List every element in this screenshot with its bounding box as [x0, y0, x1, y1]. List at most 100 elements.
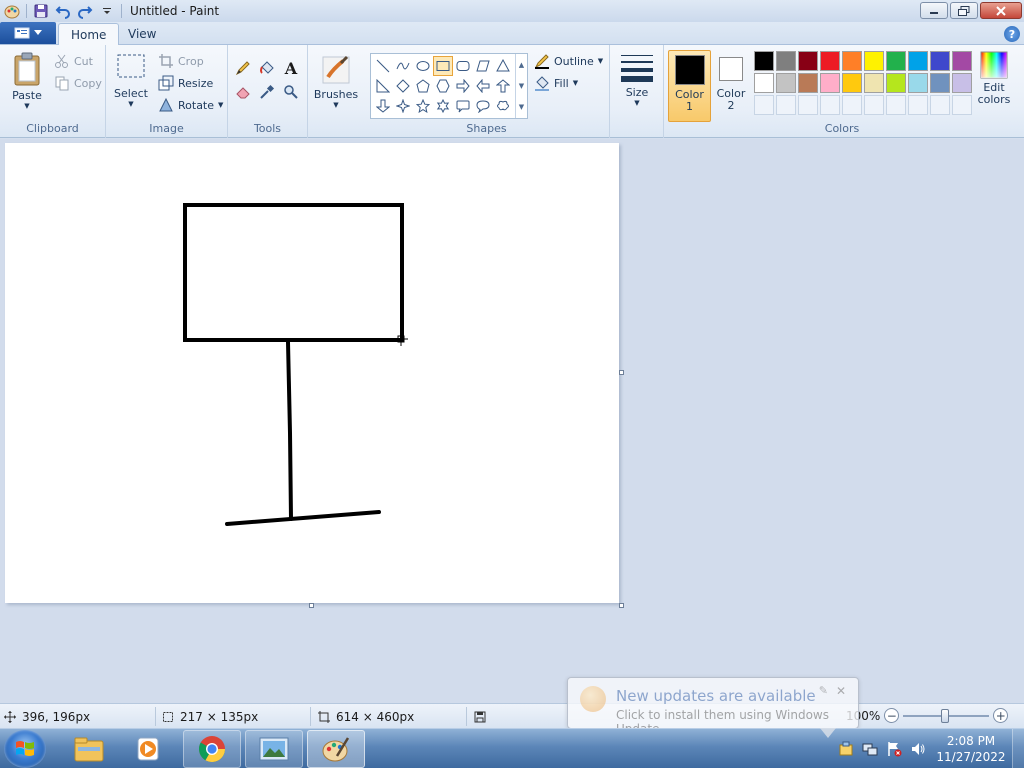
five-point-star-shape-icon[interactable]: [413, 96, 433, 116]
down-arrow-shape-icon[interactable]: [373, 96, 393, 116]
fill-button[interactable]: Fill ▼: [534, 73, 578, 93]
paint-app-icon[interactable]: [2, 2, 22, 20]
custom-color-slot[interactable]: [908, 95, 928, 115]
palette-swatch[interactable]: [952, 51, 972, 71]
taskbar-media-player[interactable]: [120, 730, 178, 768]
six-point-star-shape-icon[interactable]: [433, 96, 453, 116]
system-clock[interactable]: 2:08 PM 11/27/2022: [936, 733, 1006, 765]
pentagon-shape-icon[interactable]: [413, 76, 433, 96]
resize-button[interactable]: Resize: [158, 73, 213, 93]
canvas-workspace[interactable]: [0, 139, 1024, 703]
polygon-shape-icon[interactable]: [473, 56, 493, 76]
zoom-in-button[interactable]: +: [993, 708, 1009, 723]
taskbar-paint[interactable]: [307, 730, 365, 768]
palette-swatch[interactable]: [820, 73, 840, 93]
zoom-slider[interactable]: [903, 708, 990, 723]
paint-menu-button[interactable]: [0, 22, 56, 44]
undo-icon[interactable]: [53, 2, 73, 20]
drawing-canvas[interactable]: [5, 143, 619, 603]
up-arrow-shape-icon[interactable]: [493, 76, 513, 96]
custom-color-slot[interactable]: [864, 95, 884, 115]
customize-qat-icon[interactable]: [97, 2, 117, 20]
hexagon-shape-icon[interactable]: [433, 76, 453, 96]
close-icon[interactable]: ✕: [836, 684, 846, 698]
text-icon[interactable]: A: [280, 57, 302, 79]
triangle-shape-icon[interactable]: [493, 56, 513, 76]
taskbar-chrome[interactable]: [183, 730, 241, 768]
tab-view[interactable]: View: [116, 23, 168, 45]
fill-bucket-icon[interactable]: [256, 57, 278, 79]
palette-swatch[interactable]: [842, 73, 862, 93]
eraser-icon[interactable]: [232, 81, 254, 103]
custom-color-slot[interactable]: [952, 95, 972, 115]
palette-swatch[interactable]: [754, 51, 774, 71]
network-icon[interactable]: [860, 739, 880, 759]
edit-colors-button[interactable]: Edit colors: [976, 51, 1012, 106]
palette-swatch[interactable]: [864, 51, 884, 71]
oval-callout-shape-icon[interactable]: [473, 96, 493, 116]
redo-icon[interactable]: [75, 2, 95, 20]
custom-color-slot[interactable]: [886, 95, 906, 115]
outline-button[interactable]: Outline ▼: [534, 51, 603, 71]
update-notification[interactable]: New updates are available Click to insta…: [567, 677, 859, 736]
zoom-slider-thumb[interactable]: [941, 708, 950, 723]
scroll-down-icon[interactable]: ▼: [519, 82, 524, 90]
pin-icon[interactable]: ✎: [819, 684, 828, 697]
brushes-button[interactable]: Brushes ▼: [314, 51, 358, 109]
palette-swatch[interactable]: [864, 73, 884, 93]
custom-color-slot[interactable]: [842, 95, 862, 115]
right-arrow-shape-icon[interactable]: [453, 76, 473, 96]
show-desktop-button[interactable]: [1012, 729, 1024, 768]
save-icon[interactable]: [31, 2, 51, 20]
oval-shape-icon[interactable]: [413, 56, 433, 76]
action-center-icon[interactable]: [836, 739, 856, 759]
left-arrow-shape-icon[interactable]: [473, 76, 493, 96]
shapes-scrollbar[interactable]: ▲ ▼ ▼: [515, 54, 527, 118]
palette-swatch[interactable]: [820, 51, 840, 71]
rounded-callout-shape-icon[interactable]: [453, 96, 473, 116]
pencil-icon[interactable]: [232, 57, 254, 79]
close-button[interactable]: [980, 2, 1022, 19]
cloud-callout-shape-icon[interactable]: [493, 96, 513, 116]
taskbar-photo-viewer[interactable]: [245, 730, 303, 768]
scroll-up-icon[interactable]: ▲: [519, 61, 524, 69]
palette-swatch[interactable]: [952, 73, 972, 93]
rotate-button[interactable]: Rotate ▼: [158, 95, 223, 115]
rectangle-shape-icon[interactable]: [433, 56, 453, 76]
four-point-star-shape-icon[interactable]: [393, 96, 413, 116]
palette-swatch[interactable]: [798, 51, 818, 71]
palette-swatch[interactable]: [798, 73, 818, 93]
color1-button[interactable]: Color 1: [668, 50, 711, 122]
canvas-resize-handle-bottom[interactable]: [309, 603, 314, 608]
color-picker-icon[interactable]: [256, 81, 278, 103]
palette-swatch[interactable]: [776, 51, 796, 71]
palette-swatch[interactable]: [930, 73, 950, 93]
palette-swatch[interactable]: [908, 51, 928, 71]
select-button[interactable]: Select ▼: [114, 53, 148, 108]
custom-color-slot[interactable]: [798, 95, 818, 115]
magnifier-icon[interactable]: [280, 81, 302, 103]
custom-color-slot[interactable]: [820, 95, 840, 115]
curve-shape-icon[interactable]: [393, 56, 413, 76]
cut-button[interactable]: Cut: [54, 51, 93, 71]
palette-swatch[interactable]: [754, 73, 774, 93]
canvas-resize-handle-corner[interactable]: [619, 603, 624, 608]
expand-gallery-icon[interactable]: ▼: [519, 103, 524, 111]
start-button[interactable]: [4, 730, 46, 768]
custom-color-slot[interactable]: [930, 95, 950, 115]
minimize-button[interactable]: [920, 2, 948, 19]
palette-swatch[interactable]: [908, 73, 928, 93]
tab-home[interactable]: Home: [58, 23, 120, 45]
palette-swatch[interactable]: [842, 51, 862, 71]
right-triangle-shape-icon[interactable]: [373, 76, 393, 96]
palette-swatch[interactable]: [886, 73, 906, 93]
help-icon[interactable]: ?: [1004, 26, 1020, 42]
palette-swatch[interactable]: [776, 73, 796, 93]
rounded-rectangle-shape-icon[interactable]: [453, 56, 473, 76]
custom-color-slot[interactable]: [754, 95, 774, 115]
canvas-resize-handle-right[interactable]: [619, 370, 624, 375]
size-button[interactable]: Size ▼: [618, 51, 656, 107]
paste-button[interactable]: Paste ▼: [8, 51, 46, 110]
copy-button[interactable]: Copy: [54, 73, 102, 93]
palette-swatch[interactable]: [886, 51, 906, 71]
